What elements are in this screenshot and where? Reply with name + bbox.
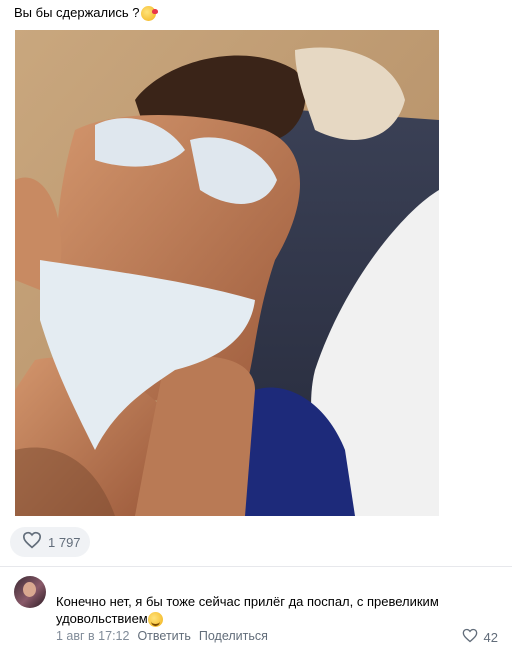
- post-photo[interactable]: [15, 30, 439, 516]
- comment-like-count: 42: [483, 629, 498, 645]
- like-button[interactable]: 1 797: [10, 527, 90, 557]
- avatar[interactable]: [14, 576, 46, 608]
- comment-body: Конечно нет, я бы тоже сейчас прилёг да …: [56, 594, 439, 626]
- post-caption-text: Вы бы сдержались ?: [14, 5, 140, 20]
- heart-icon: [22, 531, 42, 554]
- like-count: 1 797: [48, 534, 81, 550]
- divider: [0, 566, 512, 567]
- post-photo-image: [15, 30, 439, 516]
- comment-meta: 1 авг в 17:12 Ответить Поделиться: [56, 629, 268, 643]
- smiling-face-icon: [147, 612, 163, 628]
- share-button[interactable]: Поделиться: [199, 629, 268, 643]
- heart-icon: [462, 628, 478, 646]
- comment-text: Конечно нет, я бы тоже сейчас прилёг да …: [56, 593, 476, 628]
- comment-date[interactable]: 1 авг в 17:12: [56, 629, 129, 643]
- comment-like-button[interactable]: 42: [462, 628, 498, 646]
- reply-button[interactable]: Ответить: [137, 629, 190, 643]
- post-caption: Вы бы сдержались ?: [14, 4, 159, 22]
- kissing-face-icon: [141, 5, 159, 21]
